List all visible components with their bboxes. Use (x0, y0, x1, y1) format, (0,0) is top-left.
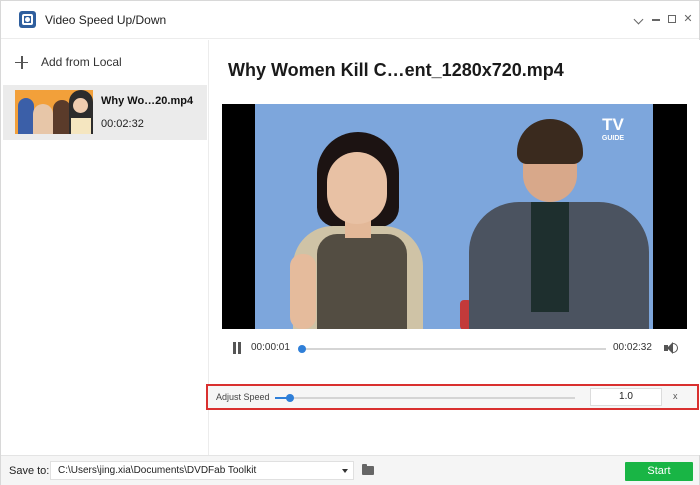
app-logo-icon (19, 11, 36, 28)
tv-logo-line2: GUIDE (601, 135, 625, 142)
add-from-local-button[interactable]: Add from Local (15, 52, 122, 72)
speed-slider-handle[interactable] (286, 394, 294, 402)
output-path-value: C:\Users\jing.xia\Documents\DVDFab Toolk… (58, 465, 257, 476)
window-title: Video Speed Up/Down (45, 13, 167, 27)
folder-icon[interactable] (362, 464, 374, 475)
start-button[interactable]: Start (625, 462, 693, 481)
add-from-local-label: Add from Local (41, 55, 122, 69)
main-area: Why Women Kill C…ent_1280x720.mp4 TV GUI… (206, 40, 700, 455)
pause-icon[interactable] (232, 342, 242, 354)
file-duration: 00:02:32 (101, 118, 144, 130)
chevron-down-icon[interactable] (342, 469, 348, 473)
video-preview[interactable]: TV GUIDE (222, 104, 687, 329)
total-time: 00:02:32 (613, 342, 652, 353)
current-time: 00:00:01 (251, 342, 290, 353)
file-name: Why Wo…20.mp4 (101, 95, 194, 107)
adjust-speed-panel: Adjust Speed 1.0 x (206, 384, 699, 410)
video-frame: TV GUIDE (255, 104, 653, 329)
adjust-speed-label: Adjust Speed (216, 392, 270, 402)
seek-bar[interactable] (298, 345, 606, 353)
list-item[interactable]: Why Wo…20.mp4 00:02:32 (3, 85, 207, 140)
minimize-icon[interactable] (649, 12, 663, 26)
seek-handle[interactable] (298, 345, 307, 353)
speed-unit-label: x (673, 391, 678, 401)
plus-icon (15, 55, 28, 69)
speed-value-input[interactable]: 1.0 (590, 388, 662, 406)
bottom-bar: Save to: C:\Users\jing.xia\Documents\DVD… (1, 455, 699, 485)
video-title: Why Women Kill C…ent_1280x720.mp4 (228, 60, 564, 80)
close-icon[interactable]: ✕ (681, 12, 695, 26)
video-thumbnail (15, 90, 93, 134)
title-bar: Video Speed Up/Down ✕ (1, 1, 699, 39)
speed-slider[interactable] (275, 394, 575, 402)
app-window: Video Speed Up/Down ✕ Add from Local Why… (0, 0, 700, 485)
tv-logo-line1: TV (602, 115, 624, 134)
pin-icon[interactable] (631, 12, 645, 26)
file-list-panel: Add from Local Why Wo…20.mp4 00:02:32 (1, 40, 209, 455)
playback-controls: 00:00:01 00:02:32 (222, 336, 687, 362)
maximize-icon[interactable] (665, 12, 679, 26)
tv-guide-logo: TV GUIDE (591, 116, 635, 148)
save-to-label: Save to: (9, 465, 50, 477)
output-path-select[interactable]: C:\Users\jing.xia\Documents\DVDFab Toolk… (50, 461, 354, 480)
